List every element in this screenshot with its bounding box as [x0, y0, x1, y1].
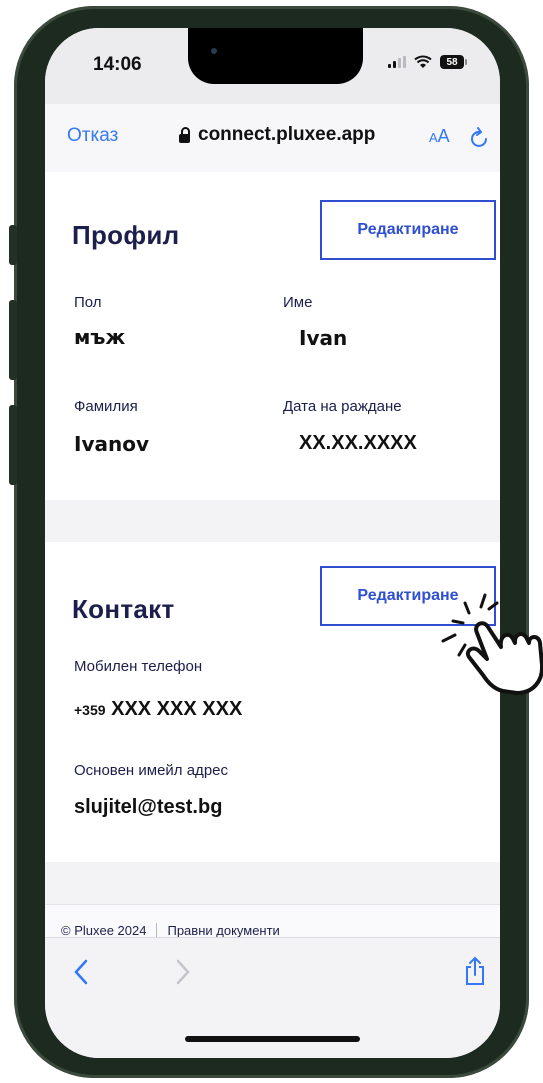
phone-value: +359 XXX XXX XXX — [74, 698, 242, 721]
url-field[interactable]: connect.pluxee.app — [179, 124, 375, 146]
browser-url-bar: Отказ connect.pluxee.app AA — [45, 104, 500, 173]
cancel-button[interactable]: Отказ — [67, 125, 118, 147]
phone-label: Мобилен телефон — [74, 658, 203, 675]
profile-card: Профил Редактиране Пол мъж Име Ivan Фами… — [45, 172, 500, 500]
footer-text: © Pluxee 2024 Правни документи — [61, 923, 280, 938]
browser-toolbar — [45, 937, 500, 1058]
birth-date-value: XX.XX.XXXX — [299, 432, 417, 454]
battery-icon: 58 — [440, 55, 467, 69]
profile-title: Профил — [72, 220, 180, 250]
phone-number: XXX XXX XXX — [111, 698, 243, 720]
contact-title: Контакт — [72, 594, 175, 624]
status-icons: 58 — [388, 55, 467, 69]
footer-divider — [156, 923, 158, 938]
legal-documents-link[interactable]: Правни документи — [167, 923, 279, 938]
status-time: 14:06 — [93, 54, 142, 75]
side-button-mute — [9, 225, 17, 265]
chevron-right-icon[interactable] — [175, 958, 191, 986]
section-gap — [45, 500, 500, 542]
email-value: slujitel@test.bg — [74, 796, 223, 818]
birth-date-label: Дата на раждане — [283, 398, 402, 415]
text-size-button[interactable]: AA — [429, 126, 450, 147]
phone-prefix: +359 — [74, 702, 106, 718]
url-text: connect.pluxee.app — [198, 124, 376, 145]
battery-level: 58 — [446, 56, 458, 68]
first-name-label: Име — [283, 294, 313, 311]
phone-screen: 14:06 58 Отказ connect.pluxee.app AA Про… — [45, 28, 500, 1058]
email-label: Основен имейл адрес — [74, 762, 228, 779]
text-size-large-label: A — [437, 126, 450, 146]
copyright-text: © Pluxee 2024 — [61, 923, 147, 938]
side-button-volume-up — [9, 300, 17, 380]
chevron-left-icon[interactable] — [73, 958, 89, 986]
camera-icon — [211, 48, 217, 54]
first-name-value: Ivan — [299, 326, 348, 350]
share-icon[interactable] — [463, 956, 487, 986]
side-button-volume-down — [9, 405, 17, 485]
reload-icon[interactable] — [470, 127, 490, 149]
text-size-small-label: A — [429, 130, 438, 145]
profile-edit-button[interactable]: Редактиране — [320, 200, 496, 260]
last-name-label: Фамилия — [74, 398, 138, 415]
notch — [188, 28, 363, 84]
gender-label: Пол — [74, 294, 102, 311]
home-indicator — [185, 1036, 360, 1042]
page-content: Профил Редактиране Пол мъж Име Ivan Фами… — [45, 172, 500, 957]
cellular-signal-icon — [388, 56, 406, 68]
gender-value: мъж — [74, 325, 126, 349]
last-name-value: Ivanov — [74, 432, 149, 456]
wifi-icon — [414, 55, 432, 68]
section-gap — [45, 862, 500, 904]
tap-hand-icon — [441, 593, 543, 695]
lock-icon — [179, 126, 190, 143]
